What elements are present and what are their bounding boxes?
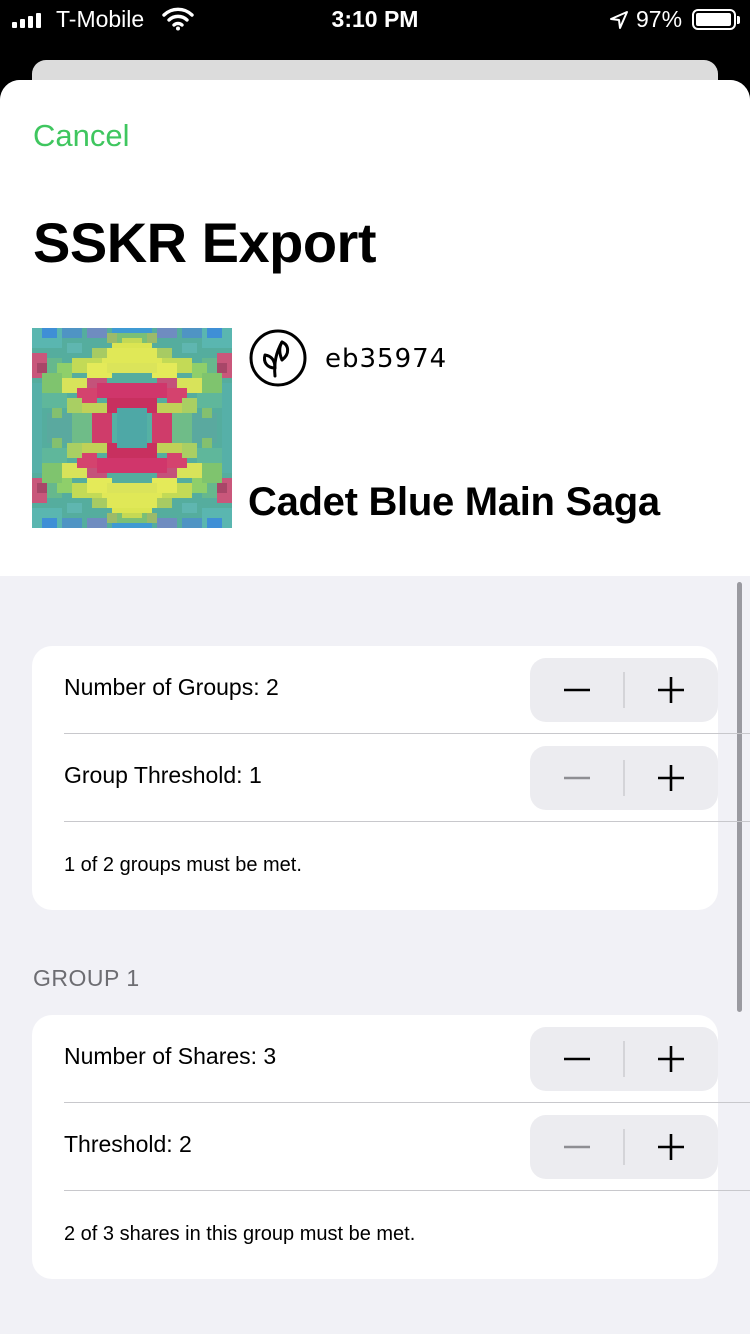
share-threshold-decrement-button[interactable] [530, 1115, 624, 1179]
number-of-groups-row: Number of Groups: 2 [64, 646, 750, 734]
shares-decrement-button[interactable] [530, 1027, 624, 1091]
number-of-groups-label: Number of Groups: 2 [64, 674, 279, 700]
group-threshold-row: Group Threshold: 1 [64, 734, 750, 822]
groups-decrement-button[interactable] [530, 658, 624, 722]
page-title: SSKR Export [33, 211, 377, 274]
export-sheet: Cancel SSKR Export eb35974 Cadet Blue Ma… [0, 80, 750, 1334]
cancel-button[interactable]: Cancel [33, 118, 130, 154]
location-arrow-icon [610, 11, 628, 29]
battery-percentage: 97% [636, 6, 683, 32]
number-of-groups-stepper[interactable] [530, 658, 718, 722]
number-of-shares-label: Number of Shares: 3 [64, 1043, 277, 1069]
minus-icon [564, 688, 590, 692]
group-1-section-header: GROUP 1 [33, 965, 140, 991]
group-threshold-increment-button[interactable] [624, 746, 718, 810]
share-threshold-label: Threshold: 2 [64, 1131, 192, 1157]
lifehash-image [32, 328, 232, 528]
group-1-summary-note: 2 of 3 shares in this group must be met. [64, 1223, 416, 1245]
groups-summary-note: 1 of 2 groups must be met. [64, 854, 302, 876]
minus-icon [564, 1145, 590, 1149]
plus-icon [658, 1046, 684, 1072]
group-threshold-stepper[interactable] [530, 746, 718, 810]
group-1-card: Number of Shares: 3 Threshold: 2 2 of 3 … [32, 1015, 750, 1279]
battery-icon [692, 9, 740, 30]
group-threshold-decrement-button[interactable] [530, 746, 624, 810]
scrollbar[interactable] [737, 582, 742, 1012]
plus-icon [658, 1134, 684, 1160]
share-threshold-increment-button[interactable] [624, 1115, 718, 1179]
share-threshold-stepper[interactable] [530, 1115, 718, 1179]
share-threshold-row: Threshold: 2 [64, 1103, 750, 1191]
minus-icon [564, 1057, 590, 1061]
number-of-shares-row: Number of Shares: 3 [64, 1015, 750, 1103]
number-of-shares-stepper[interactable] [530, 1027, 718, 1091]
shares-increment-button[interactable] [624, 1027, 718, 1091]
sheet-header: Cancel SSKR Export eb35974 Cadet Blue Ma… [0, 80, 750, 576]
status-bar: T-Mobile 3:10 PM 97% [0, 0, 750, 42]
plus-icon [658, 765, 684, 791]
seed-icon [249, 329, 307, 387]
seed-identifier: eb35974 [325, 344, 448, 374]
groups-increment-button[interactable] [624, 658, 718, 722]
plus-icon [658, 677, 684, 703]
seed-name: Cadet Blue Main Saga [248, 480, 660, 524]
groups-card: Number of Groups: 2 Group Threshold: 1 1… [32, 646, 750, 910]
group-threshold-label: Group Threshold: 1 [64, 762, 262, 788]
minus-icon [564, 776, 590, 780]
